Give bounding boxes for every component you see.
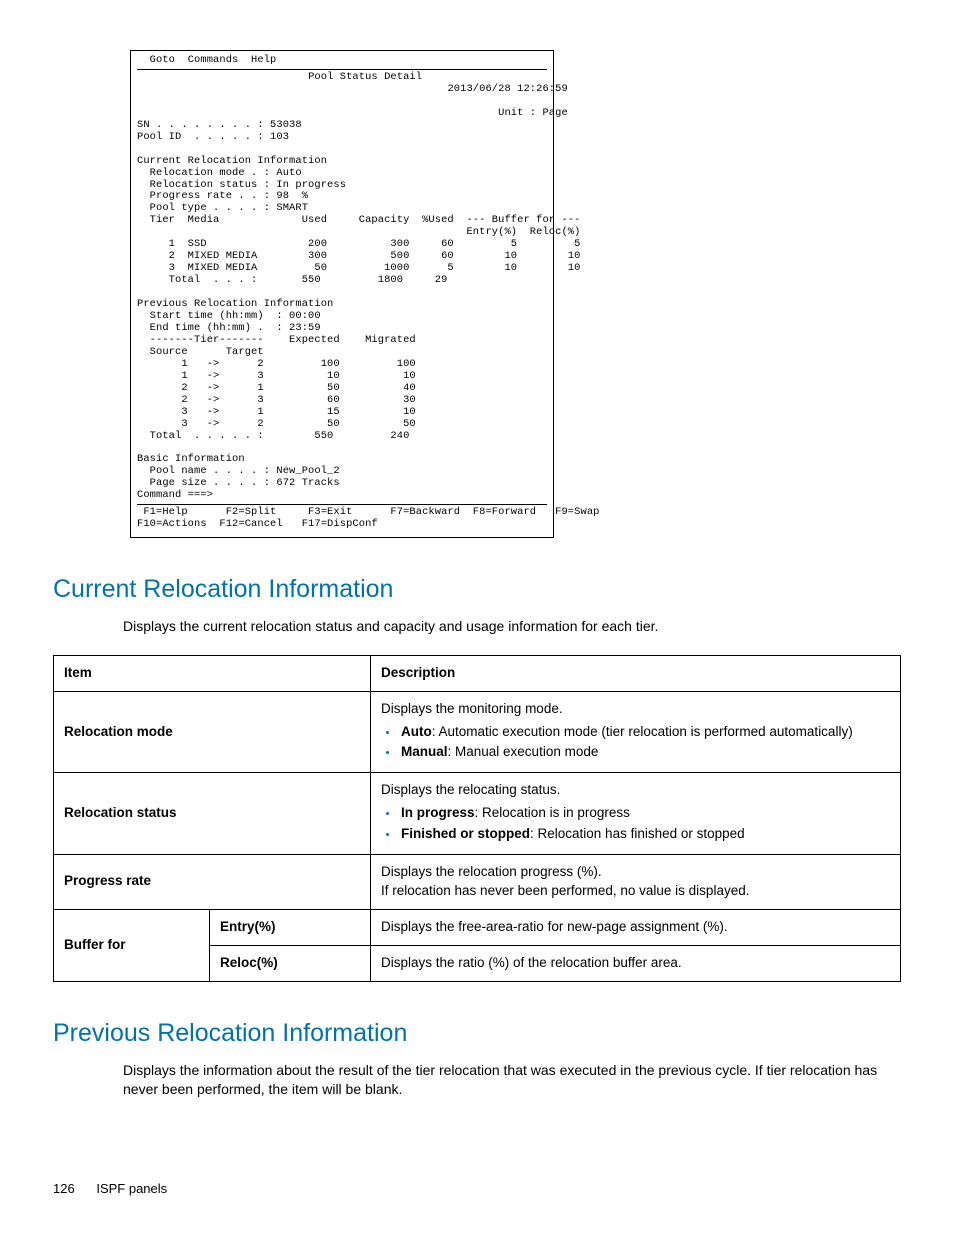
mig-row: 1 -> 2 100 100 [137,358,416,370]
mig-header2: Source Target [137,346,264,358]
section-intro: Displays the current relocation status a… [123,617,901,637]
desc-cell: Displays the ratio (%) of the relocation… [371,945,901,981]
term-text: : Automatic execution mode (tier relocat… [432,724,853,739]
tier-row: 3 MIXED MEDIA 50 1000 5 10 10 [137,262,580,274]
table-row: Progress rate Displays the relocation pr… [54,855,901,910]
item-cell: Relocation mode [54,691,371,773]
command-line: Command ===> [137,489,213,501]
reloc-status: Relocation status : In progress [137,179,346,191]
table-row: Buffer for Entry(%) Displays the free-ar… [54,909,901,945]
panel-title: Pool Status Detail [308,71,422,83]
basic-heading: Basic Information [137,453,245,465]
tier-header: Tier Media Used Capacity %Used --- Buffe… [137,214,580,226]
page-number: 126 [53,1181,75,1196]
bold-term: Auto [401,724,432,739]
end-time: End time (hh:mm) . : 23:59 [137,322,321,334]
sub-item-cell: Entry(%) [210,909,371,945]
reloc-mode: Relocation mode . : Auto [137,167,302,179]
sub-item-cell: Reloc(%) [210,945,371,981]
section-heading-cri: Current Relocation Information [53,572,901,607]
tier-row: 1 SSD 200 300 60 5 5 [137,238,580,250]
mig-row: 2 -> 1 50 40 [137,382,416,394]
desc-cell: Displays the relocating status. In progr… [371,773,901,855]
start-time: Start time (hh:mm) : 00:00 [137,310,321,322]
desc-cell: Displays the relocation progress (%). If… [371,855,901,910]
tier-row: 2 MIXED MEDIA 300 500 60 10 10 [137,250,580,262]
term-text: : Manual execution mode [448,744,599,759]
terminal-screenshot: Goto Commands Help Pool Status Detail 20… [130,50,554,538]
progress-rate: Progress rate . . : 98 % [137,190,308,202]
menu-commands: Commands [188,54,239,66]
item-cell: Relocation status [54,773,371,855]
mig-row: 2 -> 3 60 30 [137,394,416,406]
th-item: Item [54,655,371,691]
datetime: 2013/06/28 12:26:59 [447,83,567,95]
bold-term: Finished or stopped [401,826,530,841]
table-header-row: Item Description [54,655,901,691]
item-cell: Progress rate [54,855,371,910]
bullet-item: Manual: Manual execution mode [399,743,890,762]
desc-text: Displays the relocation progress (%). [381,864,602,879]
bullet-item: In progress: Relocation is in progress [399,804,890,823]
bullet-item: Finished or stopped: Relocation has fini… [399,825,890,844]
bold-term: In progress [401,805,475,820]
desc-cell: Displays the free-area-ratio for new-pag… [371,909,901,945]
page-size: Page size . . . . : 672 Tracks [137,477,340,489]
unit-label: Unit : Page [498,107,568,119]
sn-field: SN . . . . . . . . : 53038 [137,119,302,131]
table-row: Relocation mode Displays the monitoring … [54,691,901,773]
cri-table: Item Description Relocation mode Display… [53,655,901,982]
bold-term: Manual [401,744,448,759]
mig-header: -------Tier------- Expected Migrated [137,334,416,346]
mig-total: Total . . . . . : 550 240 [137,430,409,442]
page-footer: 126 ISPF panels [53,1180,901,1198]
term-text: : Relocation is in progress [475,805,630,820]
pool-name: Pool name . . . . : New_Pool_2 [137,465,340,477]
mig-row: 1 -> 3 10 10 [137,370,416,382]
item-cell: Buffer for [54,909,210,981]
fkeys: F1=Help F2=Split F3=Exit F7=Backward F8=… [137,506,599,518]
pri-heading: Previous Relocation Information [137,298,333,310]
section-heading-pri: Previous Relocation Information [53,1016,901,1051]
menu-goto: Goto [150,54,175,66]
tier-total: Total . . . : 550 1800 29 [137,274,447,286]
section-intro: Displays the information about the resul… [123,1061,901,1100]
pool-type: Pool type . . . . : SMART [137,202,308,214]
table-row: Relocation status Displays the relocatin… [54,773,901,855]
desc-cell: Displays the monitoring mode. Auto: Auto… [371,691,901,773]
footer-title: ISPF panels [96,1181,167,1196]
pool-id-field: Pool ID . . . . . : 103 [137,131,289,143]
menu-help: Help [251,54,276,66]
mig-row: 3 -> 1 15 10 [137,406,416,418]
fkeys: F10=Actions F12=Cancel F17=DispConf [137,518,378,530]
cri-heading: Current Relocation Information [137,155,327,167]
term-text: : Relocation has finished or stopped [530,826,745,841]
mig-row: 3 -> 2 50 50 [137,418,416,430]
tier-header2: Entry(%) Reloc(%) [137,226,580,238]
desc-text: Displays the monitoring mode. [381,701,563,716]
bullet-item: Auto: Automatic execution mode (tier rel… [399,723,890,742]
th-description: Description [371,655,901,691]
desc-text: Displays the relocating status. [381,782,560,797]
desc-text: If relocation has never been performed, … [381,883,749,898]
